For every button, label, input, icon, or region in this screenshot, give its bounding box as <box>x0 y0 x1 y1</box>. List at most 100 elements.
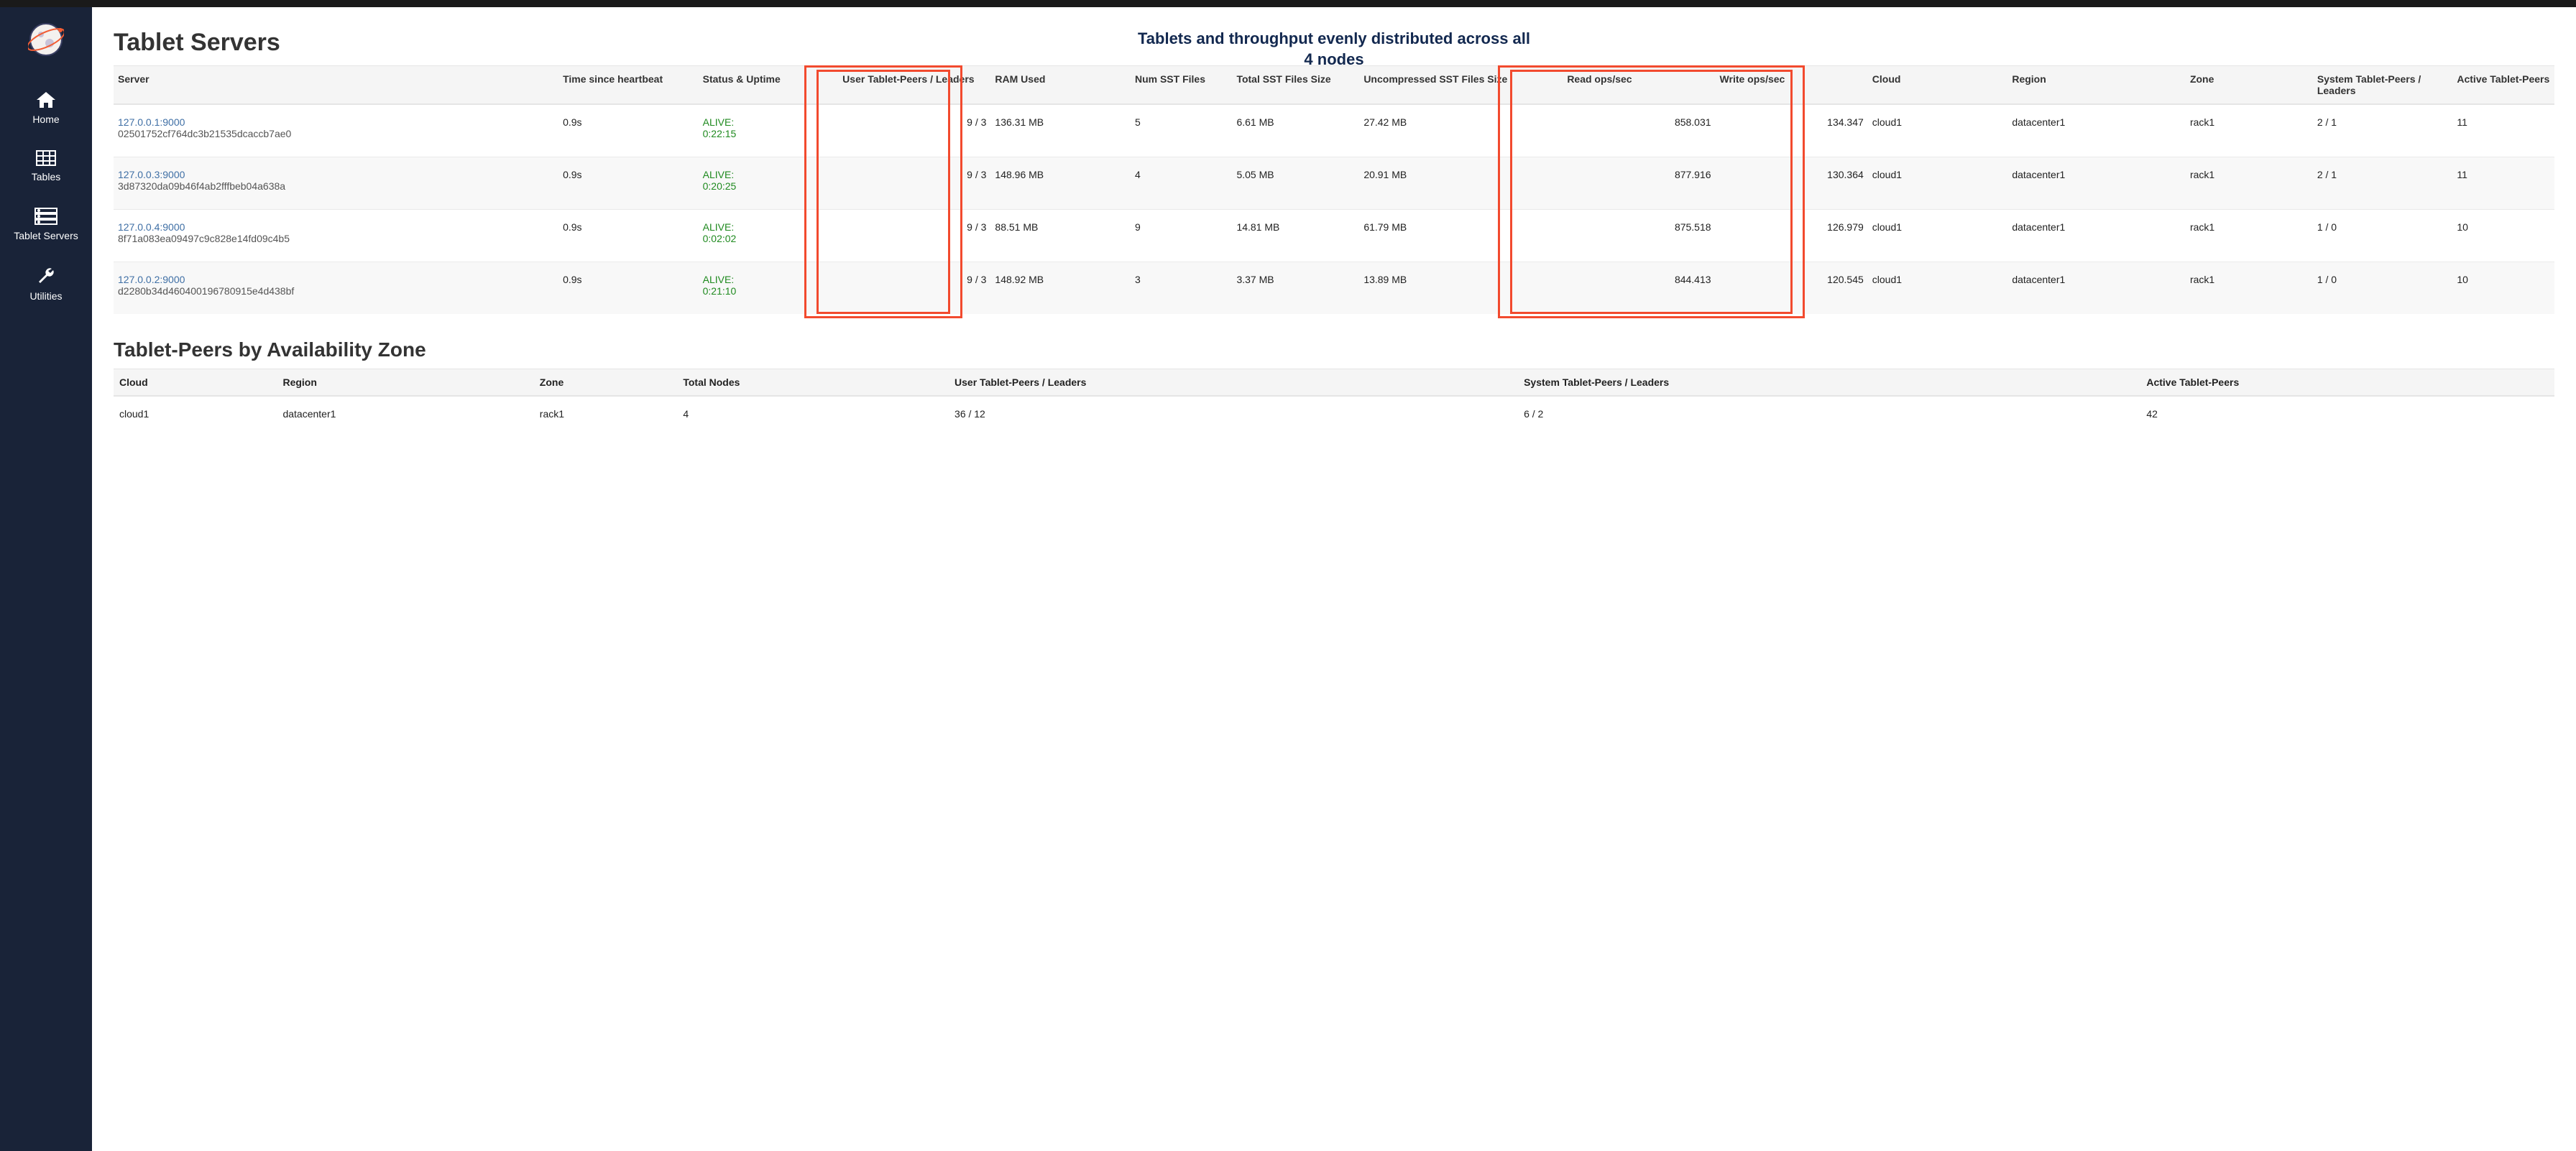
cell-active-peers: 10 <box>2452 262 2554 315</box>
cell-cloud: cloud1 <box>1868 210 2008 262</box>
cell-zone: rack1 <box>2186 157 2313 210</box>
cell-total-sst: 3.37 MB <box>1232 262 1359 315</box>
cell-uncomp-sst: 27.42 MB <box>1359 104 1563 157</box>
table-row: 127.0.0.1:900002501752cf764dc3b21535dcac… <box>114 104 2554 157</box>
sidebar-item-tablet-servers[interactable]: Tablet Servers <box>0 195 92 254</box>
cell-sys-peers: 2 / 1 <box>2313 104 2453 157</box>
cell-zone: rack1 <box>2186 104 2313 157</box>
cell-ram: 136.31 MB <box>990 104 1131 157</box>
col-region: Region <box>2007 66 2186 105</box>
cell-region: datacenter1 <box>2007 262 2186 315</box>
server-uuid: 02501752cf764dc3b21535dcaccb7ae0 <box>118 128 291 139</box>
cell-total-sst: 14.81 MB <box>1232 210 1359 262</box>
cell-write-ops: 126.979 <box>1716 210 1868 262</box>
cell-total-sst: 5.05 MB <box>1232 157 1359 210</box>
cell-num-sst: 9 <box>1131 210 1232 262</box>
cell-total-sst: 6.61 MB <box>1232 104 1359 157</box>
server-link[interactable]: 127.0.0.3:9000 <box>118 169 185 180</box>
cell-user-peers: 9 / 3 <box>838 262 990 315</box>
cell-user-peers: 9 / 3 <box>838 157 990 210</box>
cell-time-since: 0.9s <box>558 210 699 262</box>
cell-read-ops: 844.413 <box>1563 262 1715 315</box>
col-total-sst: Total SST Files Size <box>1232 66 1359 105</box>
az-cell-sys-peers: 6 / 2 <box>1518 396 2140 431</box>
az-col-region: Region <box>277 369 533 397</box>
az-cell-active: 42 <box>2140 396 2554 431</box>
cell-sys-peers: 1 / 0 <box>2313 262 2453 315</box>
cell-active-peers: 11 <box>2452 157 2554 210</box>
table-row: 127.0.0.4:90008f71a083ea09497c9c828e14fd… <box>114 210 2554 262</box>
col-read-ops: Read ops/sec <box>1563 66 1715 105</box>
az-col-user-peers: User Tablet-Peers / Leaders <box>949 369 1518 397</box>
cell-zone: rack1 <box>2186 262 2313 315</box>
az-section-title: Tablet-Peers by Availability Zone <box>114 338 2554 361</box>
cell-write-ops: 130.364 <box>1716 157 1868 210</box>
cell-region: datacenter1 <box>2007 210 2186 262</box>
az-col-zone: Zone <box>534 369 678 397</box>
col-uncomp-sst: Uncompressed SST Files Size <box>1359 66 1563 105</box>
cell-region: datacenter1 <box>2007 104 2186 157</box>
sidebar-item-utilities[interactable]: Utilities <box>0 254 92 315</box>
az-cell-zone: rack1 <box>534 396 678 431</box>
table-row: 127.0.0.2:9000d2280b34d460400196780915e4… <box>114 262 2554 315</box>
cell-read-ops: 875.518 <box>1563 210 1715 262</box>
az-table: Cloud Region Zone Total Nodes User Table… <box>114 369 2554 431</box>
sidebar-item-label: Tables <box>3 171 89 182</box>
sidebar-item-label: Utilities <box>3 290 89 302</box>
cell-write-ops: 134.347 <box>1716 104 1868 157</box>
cell-sys-peers: 2 / 1 <box>2313 157 2453 210</box>
cell-ram: 148.92 MB <box>990 262 1131 315</box>
cell-uncomp-sst: 61.79 MB <box>1359 210 1563 262</box>
tablet-servers-table: Server Time since heartbeat Status & Upt… <box>114 65 2554 314</box>
az-col-sys-peers: System Tablet-Peers / Leaders <box>1518 369 2140 397</box>
server-link[interactable]: 127.0.0.2:9000 <box>118 274 185 285</box>
sidebar-item-tables[interactable]: Tables <box>0 138 92 195</box>
cell-active-peers: 11 <box>2452 104 2554 157</box>
app-logo <box>28 22 64 57</box>
col-active-peers: Active Tablet-Peers <box>2452 66 2554 105</box>
cell-read-ops: 877.916 <box>1563 157 1715 210</box>
tablet-servers-icon <box>34 207 58 226</box>
col-num-sst: Num SST Files <box>1131 66 1232 105</box>
sidebar-nav: Home Tables Tablet Servers <box>0 7 92 1151</box>
cell-user-peers: 9 / 3 <box>838 104 990 157</box>
server-link[interactable]: 127.0.0.1:9000 <box>118 116 185 128</box>
cell-cloud: cloud1 <box>1868 104 2008 157</box>
cell-active-peers: 10 <box>2452 210 2554 262</box>
home-icon <box>35 91 57 109</box>
cell-user-peers: 9 / 3 <box>838 210 990 262</box>
cell-sys-peers: 1 / 0 <box>2313 210 2453 262</box>
server-uuid: 3d87320da09b46f4ab2fffbeb04a638a <box>118 180 285 192</box>
cell-status: ALIVE:0:20:25 <box>699 157 839 210</box>
col-write-ops: Write ops/sec <box>1716 66 1868 105</box>
col-ram: RAM Used <box>990 66 1131 105</box>
server-uuid: 8f71a083ea09497c9c828e14fd09c4b5 <box>118 233 290 244</box>
utilities-icon <box>36 266 56 286</box>
cell-uncomp-sst: 13.89 MB <box>1359 262 1563 315</box>
cell-ram: 148.96 MB <box>990 157 1131 210</box>
sidebar-item-label: Home <box>3 114 89 125</box>
col-server: Server <box>114 66 558 105</box>
az-col-total-nodes: Total Nodes <box>677 369 949 397</box>
az-cell-cloud: cloud1 <box>114 396 277 431</box>
server-link[interactable]: 127.0.0.4:9000 <box>118 221 185 233</box>
az-col-cloud: Cloud <box>114 369 277 397</box>
cell-time-since: 0.9s <box>558 157 699 210</box>
az-col-active: Active Tablet-Peers <box>2140 369 2554 397</box>
cell-zone: rack1 <box>2186 210 2313 262</box>
col-user-peers: User Tablet-Peers / Leaders <box>838 66 990 105</box>
col-zone: Zone <box>2186 66 2313 105</box>
col-status: Status & Uptime <box>699 66 839 105</box>
col-time-since: Time since heartbeat <box>558 66 699 105</box>
cell-ram: 88.51 MB <box>990 210 1131 262</box>
sidebar-item-home[interactable]: Home <box>0 79 92 138</box>
cell-time-since: 0.9s <box>558 104 699 157</box>
page-title: Tablet Servers <box>114 29 2554 57</box>
cell-read-ops: 858.031 <box>1563 104 1715 157</box>
tables-icon <box>35 149 57 167</box>
cell-status: ALIVE:0:02:02 <box>699 210 839 262</box>
az-cell-user-peers: 36 / 12 <box>949 396 1518 431</box>
cell-num-sst: 4 <box>1131 157 1232 210</box>
tablet-servers-table-wrap: Server Time since heartbeat Status & Upt… <box>114 65 2554 314</box>
az-table-row: cloud1 datacenter1 rack1 4 36 / 12 6 / 2… <box>114 396 2554 431</box>
